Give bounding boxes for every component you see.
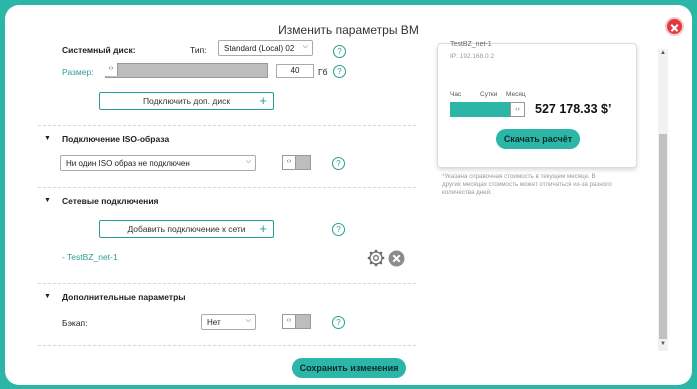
network-item: - TestBZ_net-1 — [62, 252, 118, 262]
footnote-line: других месяцах стоимость может отличатьс… — [442, 181, 612, 188]
plus-icon: + — [259, 93, 267, 108]
scroll-down-icon[interactable]: ▼ — [658, 341, 668, 347]
period-tab-hour[interactable]: Час — [450, 91, 461, 98]
chevron-down-icon: ⌵ — [302, 43, 308, 50]
save-button[interactable]: Сохранить изменения — [292, 358, 406, 378]
divider — [38, 187, 416, 188]
add-disk-label: Подключить доп. диск — [142, 96, 231, 106]
add-disk-button[interactable]: Подключить доп. диск + — [99, 92, 274, 110]
disk-type-value: Standard (Local) 02 — [224, 44, 295, 53]
scrollbar[interactable]: ▲ ▼ — [658, 49, 668, 351]
scroll-up-icon[interactable]: ▲ — [658, 50, 668, 56]
footnote-line: *Указана справочная стоимость в текущем … — [442, 173, 596, 180]
chevron-down-icon: ⌵ — [245, 317, 251, 324]
system-disk-label: Системный диск: — [62, 45, 136, 55]
help-icon[interactable]: ? — [332, 223, 345, 236]
chevron-down-icon: ⌵ — [245, 158, 251, 165]
period-slider[interactable]: ‹› — [450, 102, 525, 117]
slider-handle[interactable]: ‹› — [105, 63, 118, 76]
help-icon[interactable]: ? — [333, 45, 346, 58]
disk-size-slider[interactable]: ‹› — [105, 63, 268, 78]
toggle-knob: ‹› — [283, 156, 296, 169]
cost-footnote: *Указана справочная стоимость в текущем … — [442, 173, 652, 197]
footnote-line: количества дней. — [442, 189, 492, 196]
iso-select-value: Ни один ISO образ не подключен — [66, 159, 190, 168]
toggle-knob: ‹› — [283, 315, 296, 328]
scrollbar-thumb[interactable] — [659, 134, 667, 339]
help-icon[interactable]: ? — [332, 157, 345, 170]
period-tab-day[interactable]: Сутки — [480, 91, 497, 98]
iso-section-title: Подключение ISO-образа — [62, 134, 170, 144]
plus-icon: + — [259, 221, 267, 236]
help-icon[interactable]: ? — [332, 316, 345, 329]
dialog-title: Изменить параметры ВМ — [278, 23, 419, 37]
backup-toggle[interactable]: ‹› — [282, 314, 311, 329]
disk-size-unit: Гб — [318, 67, 328, 77]
divider — [38, 283, 416, 284]
iso-select[interactable]: Ни один ISO образ не подключен ⌵ — [60, 155, 256, 171]
disk-type-label: Тип: — [190, 45, 207, 55]
gear-icon[interactable] — [367, 249, 385, 267]
close-icon[interactable] — [665, 17, 684, 36]
backup-value: Нет — [207, 318, 221, 327]
collapse-arrow-icon[interactable]: ▼ — [44, 293, 51, 300]
price-value: 527 178.33 $’ — [535, 102, 612, 116]
edit-vm-dialog: Изменить параметры ВМ Системный диск: Ти… — [5, 5, 692, 385]
disk-size-input[interactable]: 40 — [276, 64, 314, 78]
collapse-arrow-icon[interactable]: ▼ — [44, 197, 51, 204]
iso-toggle[interactable]: ‹› — [282, 155, 311, 170]
add-network-label: Добавить подключение к сети — [127, 224, 246, 234]
disk-type-select[interactable]: Standard (Local) 02 ⌵ — [218, 40, 313, 56]
cost-summary-panel: TestBZ_net-1 IP: 192.168.0.2 Час Сутки М… — [437, 41, 637, 168]
add-network-button[interactable]: Добавить подключение к сети + — [99, 220, 274, 238]
vm-name: TestBZ_net-1 — [450, 41, 492, 48]
divider — [38, 125, 416, 126]
vm-ip: IP: 192.168.0.2 — [450, 53, 495, 60]
disk-size-label: Размер: — [62, 67, 94, 77]
remove-icon[interactable] — [388, 250, 405, 267]
help-icon[interactable]: ? — [333, 65, 346, 78]
extra-section-title: Дополнительные параметры — [62, 292, 186, 302]
divider — [38, 345, 416, 346]
backup-label: Бэкап: — [62, 318, 88, 328]
backup-select[interactable]: Нет ⌵ — [201, 314, 256, 330]
network-section-title: Сетевые подключения — [62, 196, 159, 206]
period-tab-month[interactable]: Месяц — [506, 91, 526, 98]
slider-handle[interactable]: ‹› — [510, 102, 525, 117]
download-calc-button[interactable]: Скачать расчёт — [496, 129, 580, 149]
collapse-arrow-icon[interactable]: ▼ — [44, 135, 51, 142]
